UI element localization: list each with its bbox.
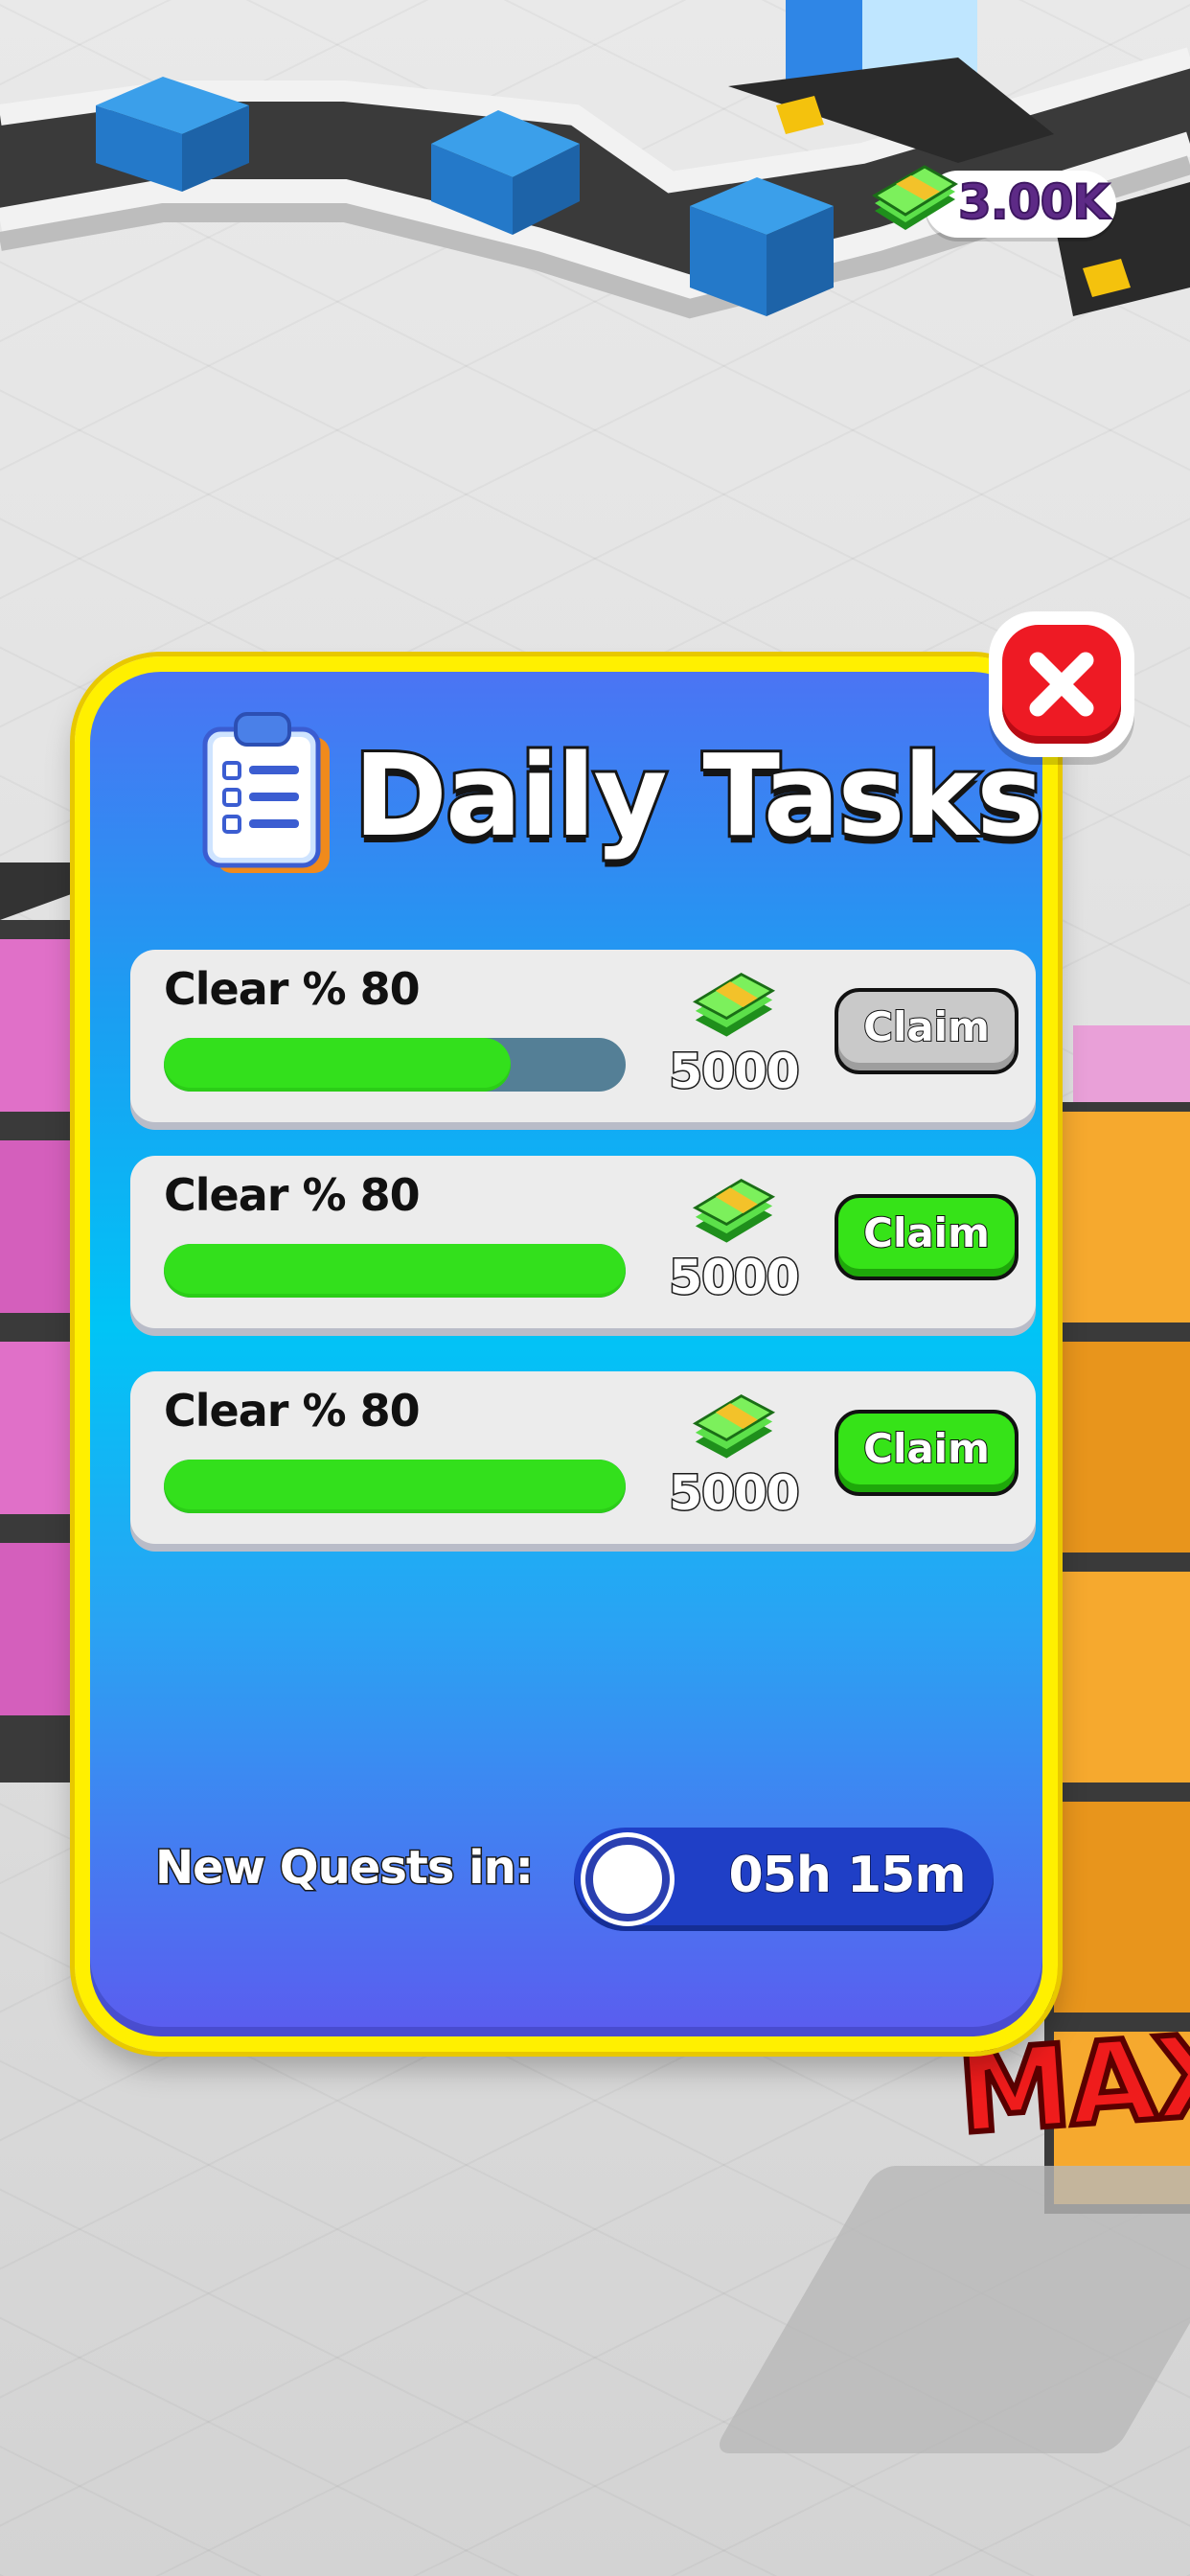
cash-total: 3.00K [957,173,1110,231]
close-button[interactable] [989,611,1134,757]
cash-stack-icon [692,1178,776,1243]
task-label: Clear % 80 [164,1385,421,1437]
task-progress-fill [164,1038,511,1092]
clock-icon [585,1837,670,1921]
clipboard-icon [202,712,330,873]
task-card: Clear % 80 5000 Claim [130,1156,1036,1328]
claim-button[interactable]: Claim [835,1194,1018,1280]
task-reward-amount: 5000 [668,1464,801,1523]
quest-timer: 05h 15m [574,1828,994,1931]
task-progress-bar [164,1460,626,1513]
task-card: Clear % 80 5000 Claim [130,1371,1036,1544]
cash-stack-icon [872,165,958,230]
cash-stack-icon [692,972,776,1037]
pallet-shadow [712,2166,1190,2453]
task-label: Clear % 80 [164,1169,421,1221]
claim-button[interactable]: Claim [835,988,1018,1074]
game-scene: MAX 3.00K Daily Tasks Clear % 80 5000 Cl… [0,0,1190,2576]
task-progress-fill [164,1460,626,1513]
task-progress-fill [164,1244,626,1298]
task-progress-bar [164,1244,626,1298]
timer-value: 05h 15m [727,1846,967,1905]
task-reward-amount: 5000 [668,1249,801,1307]
package-box [690,177,834,316]
daily-tasks-dialog: Daily Tasks Clear % 80 5000 Claim Clear … [75,656,1058,2052]
task-label: Clear % 80 [164,963,421,1015]
task-progress-bar [164,1038,626,1092]
new-quests-label: New Quests in: [154,1840,536,1897]
task-reward-amount: 5000 [668,1043,801,1101]
dialog-header: Daily Tasks [195,710,1046,883]
claim-button[interactable]: Claim [835,1410,1018,1496]
cash-stack-icon [692,1393,776,1459]
dialog-title: Daily Tasks [351,726,1046,864]
task-card: Clear % 80 5000 Claim [130,950,1036,1122]
close-x-icon [1029,652,1094,717]
cash-badge: 3.00K [867,163,1126,249]
